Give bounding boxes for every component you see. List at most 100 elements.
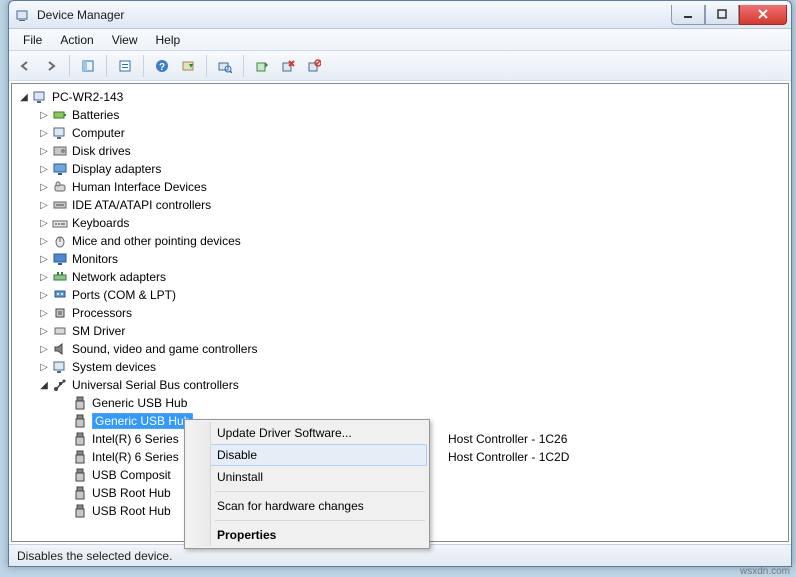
expand-arrow-icon[interactable]: ▷ [36, 236, 52, 247]
collapse-arrow-icon[interactable]: ◢ [16, 92, 32, 103]
expand-arrow-icon[interactable]: ▷ [36, 344, 52, 355]
tree-category[interactable]: ▷Sound, video and game controllers [16, 340, 788, 358]
expand-arrow-icon[interactable]: ▷ [36, 182, 52, 193]
device-label: Processors [72, 306, 132, 320]
expand-arrow-icon[interactable]: ▷ [36, 110, 52, 121]
close-button[interactable] [739, 5, 787, 25]
device-icon [72, 395, 88, 411]
expand-arrow-icon[interactable]: ▷ [36, 146, 52, 157]
menu-file[interactable]: File [15, 31, 50, 49]
properties-button[interactable] [113, 54, 137, 78]
ctx-uninstall[interactable]: Uninstall [187, 466, 427, 488]
maximize-button[interactable] [705, 5, 739, 25]
tree-category[interactable]: ▷ Keyboards [16, 214, 788, 232]
show-hide-tree-button[interactable] [76, 54, 100, 78]
menu-view[interactable]: View [104, 31, 146, 49]
device-label: Intel(R) 6 Series [92, 450, 179, 464]
ctx-update-driver[interactable]: Update Driver Software... [187, 422, 427, 444]
tree-device[interactable]: Generic USB Hub [16, 394, 788, 412]
device-label: PC-WR2-143 [52, 90, 123, 104]
device-icon [52, 323, 68, 339]
expand-arrow-icon[interactable]: ▷ [36, 272, 52, 283]
action-button[interactable] [176, 54, 200, 78]
device-label-right: Host Controller - 1C26 [448, 432, 567, 446]
watermark: wsxdn.com [740, 566, 790, 577]
device-label: SM Driver [72, 324, 125, 338]
uninstall-button[interactable] [276, 54, 300, 78]
expand-arrow-icon[interactable]: ▷ [36, 326, 52, 337]
device-label: Generic USB Hub [92, 413, 193, 429]
tree-category[interactable]: ▷ Ports (COM & LPT) [16, 286, 788, 304]
expand-arrow-icon[interactable]: ▷ [36, 308, 52, 319]
device-icon [52, 287, 68, 303]
status-text: Disables the selected device. [17, 549, 172, 563]
collapse-arrow-icon[interactable]: ◢ [36, 380, 52, 391]
app-icon [15, 7, 31, 23]
device-label: Disk drives [72, 144, 131, 158]
disable-button[interactable] [302, 54, 326, 78]
tree-category[interactable]: ▷ Human Interface Devices [16, 178, 788, 196]
ctx-properties[interactable]: Properties [187, 524, 427, 546]
device-label: Computer [72, 126, 125, 140]
menubar: File Action View Help [9, 29, 791, 51]
device-label: Universal Serial Bus controllers [72, 378, 239, 392]
ctx-scan-hardware[interactable]: Scan for hardware changes [187, 495, 427, 517]
tree-category[interactable]: ▷ Disk drives [16, 142, 788, 160]
tree-root[interactable]: ◢ PC-WR2-143 [16, 88, 788, 106]
expand-arrow-icon[interactable]: ▷ [36, 128, 52, 139]
expand-arrow-icon[interactable]: ▷ [36, 290, 52, 301]
scan-hardware-button[interactable] [213, 54, 237, 78]
device-label: USB Root Hub [92, 486, 171, 500]
menu-action[interactable]: Action [52, 31, 101, 49]
forward-button[interactable] [39, 54, 63, 78]
device-icon [52, 161, 68, 177]
device-icon [52, 233, 68, 249]
toolbar: ? [9, 51, 791, 81]
expand-arrow-icon[interactable]: ▷ [36, 362, 52, 373]
device-label: Generic USB Hub [92, 396, 187, 410]
tree-category[interactable]: ▷ Batteries [16, 106, 788, 124]
context-menu-gutter [187, 422, 211, 546]
device-icon [52, 107, 68, 123]
tree-category[interactable]: ▷IDE ATA/ATAPI controllers [16, 196, 788, 214]
toolbar-separator [69, 55, 70, 77]
back-button[interactable] [13, 54, 37, 78]
minimize-button[interactable] [671, 5, 705, 25]
tree-category[interactable]: ▷Display adapters [16, 160, 788, 178]
tree-category[interactable]: ▷Network adapters [16, 268, 788, 286]
device-icon [72, 413, 88, 429]
expand-arrow-icon[interactable]: ▷ [36, 200, 52, 211]
device-icon [32, 89, 48, 105]
tree-category[interactable]: ▷ Monitors [16, 250, 788, 268]
device-label: Human Interface Devices [72, 180, 207, 194]
tree-category[interactable]: ▷ Mice and other pointing devices [16, 232, 788, 250]
device-label: System devices [72, 360, 156, 374]
context-menu-separator [215, 520, 425, 521]
tree-category[interactable]: ▷ SM Driver [16, 322, 788, 340]
device-label: USB Root Hub [92, 504, 171, 518]
device-label-right: Host Controller - 1C2D [448, 450, 569, 464]
tree-category[interactable]: ▷ System devices [16, 358, 788, 376]
device-icon [52, 377, 68, 393]
expand-arrow-icon[interactable]: ▷ [36, 254, 52, 265]
context-menu: Update Driver Software... Disable Uninst… [184, 419, 430, 549]
device-label: Mice and other pointing devices [72, 234, 241, 248]
expand-arrow-icon[interactable]: ▷ [36, 218, 52, 229]
ctx-disable[interactable]: Disable [187, 444, 427, 466]
update-driver-button[interactable] [250, 54, 274, 78]
device-label: Ports (COM & LPT) [72, 288, 176, 302]
tree-category[interactable]: ◢ Universal Serial Bus controllers [16, 376, 788, 394]
menu-help[interactable]: Help [148, 31, 189, 49]
expand-arrow-icon[interactable]: ▷ [36, 164, 52, 175]
tree-category[interactable]: ▷ Computer [16, 124, 788, 142]
device-icon [52, 269, 68, 285]
toolbar-separator [143, 55, 144, 77]
device-label: Batteries [72, 108, 119, 122]
toolbar-separator [206, 55, 207, 77]
tree-category[interactable]: ▷ Processors [16, 304, 788, 322]
device-label: Keyboards [72, 216, 129, 230]
device-icon [72, 449, 88, 465]
device-label: Monitors [72, 252, 118, 266]
help-button[interactable]: ? [150, 54, 174, 78]
titlebar: Device Manager [9, 1, 791, 29]
